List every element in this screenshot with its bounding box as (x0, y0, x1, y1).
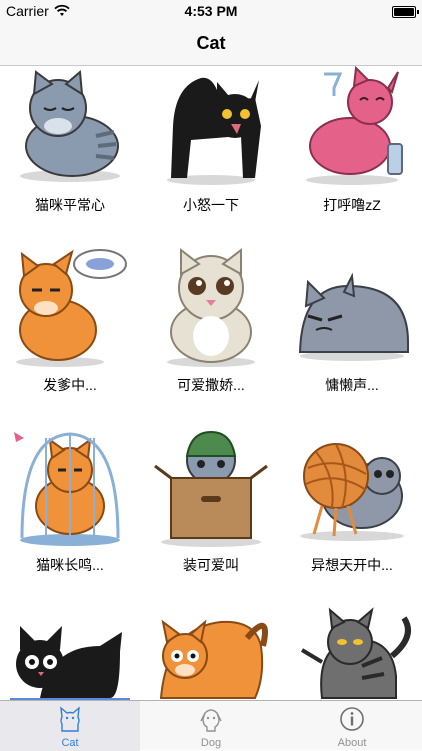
clock: 4:53 PM (184, 3, 238, 19)
cat-label: 猫咪平常心 (35, 197, 105, 213)
cat-label: 打呼噜zZ (323, 197, 381, 213)
cat-label: 装可爱叫 (183, 557, 239, 573)
cat-label: 小怒一下 (183, 197, 239, 213)
cat-item[interactable]: 猫咪长鸣... (0, 426, 140, 586)
cat-item[interactable] (0, 606, 140, 700)
tab-label: Dog (200, 737, 222, 749)
yarn-ball-cat-icon (300, 443, 404, 541)
black-cat-litter-icon (10, 626, 130, 700)
cat-label: 慵懒声... (325, 377, 379, 393)
cat-item[interactable] (282, 606, 422, 700)
sleepy-gray-cat-icon (20, 69, 120, 182)
tab-about[interactable]: About (282, 701, 422, 751)
info-icon (340, 707, 364, 731)
cat-item[interactable]: 发爹中... (0, 246, 140, 406)
tab-label: About (337, 737, 367, 749)
cat-tab-icon (60, 706, 80, 732)
cat-item[interactable]: 装可爱叫 (141, 426, 281, 586)
cat-label: 异想天开中... (311, 557, 393, 573)
lazy-gray-cat-icon (298, 272, 409, 361)
caged-orange-cat-icon (14, 432, 120, 546)
tab-bar: Cat Dog About (0, 700, 422, 751)
dog-tab-icon (200, 709, 222, 732)
orange-cat-stretch-icon (159, 619, 268, 699)
daydreaming-orange-cat-icon (16, 249, 127, 367)
cat-item[interactable]: 慵懒声... (282, 246, 422, 406)
status-bar: Carrier 4:53 PM (0, 0, 422, 22)
navigation-bar: Cat (0, 22, 422, 66)
cat-item[interactable]: 可爱撒娇... (141, 246, 281, 406)
cat-label: 猫咪长鸣... (36, 557, 104, 573)
cat-item[interactable] (141, 606, 281, 700)
cat-grid: 猫咪平常心 小怒一下 打呼噜zZ 发爹中... 可爱撒娇... 慵懒声... 猫… (0, 66, 422, 700)
cute-cream-cat-icon (167, 247, 255, 367)
battery-icon (392, 6, 419, 18)
tabby-gray-cat-icon (300, 607, 411, 699)
drunk-pink-cat-icon (306, 66, 403, 185)
tab-cat[interactable]: Cat (0, 701, 140, 751)
tab-dog[interactable]: Dog (141, 701, 281, 751)
cat-item[interactable]: 打呼噜zZ (282, 66, 422, 226)
cat-item[interactable]: 异想天开中... (282, 426, 422, 586)
page-title: Cat (196, 33, 226, 53)
cat-in-box-icon (154, 430, 268, 547)
tab-label: Cat (61, 737, 79, 749)
cat-item[interactable]: 猫咪平常心 (0, 66, 140, 226)
cat-label: 可爱撒娇... (177, 377, 245, 393)
cat-item[interactable]: 小怒一下 (141, 66, 281, 226)
cat-label: 发爹中... (43, 377, 97, 393)
angry-black-cat-icon (167, 77, 261, 185)
